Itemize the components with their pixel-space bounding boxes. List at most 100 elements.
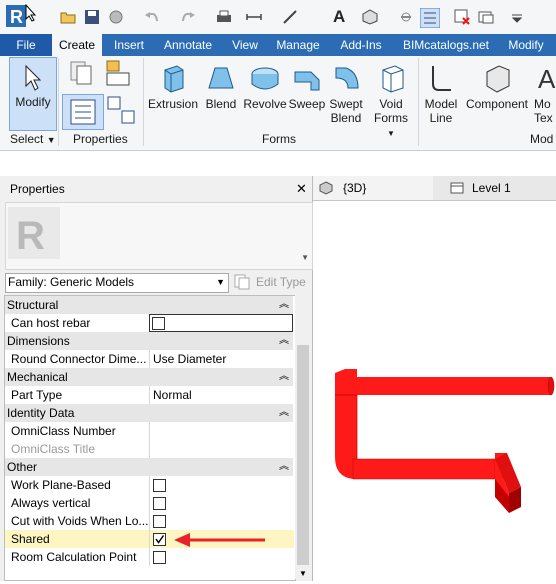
blend-button[interactable]: Blend bbox=[201, 62, 241, 111]
can-host-rebar-checkbox[interactable] bbox=[152, 317, 165, 330]
type-properties-icon[interactable] bbox=[104, 94, 138, 128]
swept-label: Swept bbox=[329, 97, 363, 111]
svg-text:A: A bbox=[333, 7, 345, 25]
revolve-button[interactable]: Revolve bbox=[241, 62, 289, 111]
category-other[interactable]: Other ︽ bbox=[5, 458, 293, 476]
param-omniclass-number: OmniClass Number bbox=[5, 422, 293, 440]
edit-type-button[interactable]: Edit Type bbox=[234, 274, 306, 292]
modify-cursor-icon bbox=[25, 64, 42, 91]
collapse-icon: ︽ bbox=[279, 407, 289, 418]
void-forms-label: Forms bbox=[374, 111, 408, 125]
svg-text:R: R bbox=[16, 214, 45, 258]
default-3d-view-icon[interactable] bbox=[362, 9, 378, 25]
plan-view-icon bbox=[450, 182, 464, 194]
round-connector-value-cell[interactable]: Use Diameter bbox=[149, 350, 294, 368]
close-hidden-windows-icon[interactable] bbox=[454, 9, 470, 25]
tab-view[interactable]: View bbox=[224, 34, 266, 56]
param-can-host-rebar: Can host rebar bbox=[5, 314, 293, 332]
collapse-icon: ︽ bbox=[279, 371, 289, 382]
extrusion-label: Extrusion bbox=[147, 97, 199, 111]
aligned-dimension-icon[interactable] bbox=[282, 9, 298, 25]
sweep-button[interactable]: Sweep bbox=[288, 62, 326, 111]
revolve-label: Revolve bbox=[243, 97, 287, 111]
print-icon[interactable] bbox=[216, 9, 232, 25]
redo-icon[interactable] bbox=[180, 9, 196, 25]
3d-viewport[interactable] bbox=[313, 201, 556, 581]
tab-add-ins[interactable]: Add-Ins bbox=[330, 34, 392, 56]
component-button[interactable]: Component bbox=[463, 62, 531, 111]
swept-blend-label: Blend bbox=[330, 111, 362, 125]
measure-icon[interactable] bbox=[246, 9, 262, 25]
cursor-icon bbox=[25, 3, 37, 22]
text-icon[interactable]: A bbox=[332, 7, 348, 26]
annotation-arrow bbox=[174, 533, 265, 547]
shared-checkbox[interactable] bbox=[153, 533, 166, 546]
ribbon-panel: Modify Select ▼ Properties Extrusion Ble… bbox=[0, 56, 556, 151]
switch-windows-icon[interactable] bbox=[478, 9, 494, 25]
modify-button[interactable]: Modify bbox=[9, 57, 57, 131]
model-line-button[interactable]: Model Line bbox=[421, 62, 461, 125]
param-cut-with-voids: Cut with Voids When Lo... bbox=[5, 512, 293, 530]
scroll-down-icon[interactable]: ▼ bbox=[301, 253, 309, 262]
svg-text:A: A bbox=[538, 64, 556, 94]
scroll-down-icon[interactable]: ▼ bbox=[299, 569, 307, 578]
part-type-value-cell[interactable]: Normal bbox=[149, 386, 294, 404]
family-selector-dropdown[interactable]: Family: Generic Models ▼ bbox=[5, 273, 229, 293]
panel-select-label[interactable]: Select ▼ bbox=[10, 132, 56, 146]
panel-model-label: Mod bbox=[530, 132, 554, 146]
model-text-label: Mo bbox=[534, 97, 551, 111]
type-selector[interactable]: R ▼ bbox=[5, 202, 313, 270]
swept-blend-icon bbox=[335, 67, 359, 89]
panel-properties-label: Properties bbox=[73, 132, 128, 146]
category-dimensions[interactable]: Dimensions ︽ bbox=[5, 332, 293, 350]
close-icon[interactable]: ✕ bbox=[296, 181, 307, 197]
void-forms-button[interactable]: Void Forms ▼ bbox=[369, 62, 413, 141]
tab-modify[interactable]: Modify bbox=[500, 34, 552, 56]
work-plane-based-checkbox[interactable] bbox=[153, 479, 166, 492]
model-label: Model bbox=[424, 97, 458, 111]
family-types-icon[interactable] bbox=[104, 59, 132, 87]
tab-create[interactable]: Create bbox=[52, 34, 102, 56]
swept-blend-button[interactable]: Swept Blend bbox=[326, 62, 366, 125]
tab-level-1-label: Level 1 bbox=[472, 181, 511, 195]
category-identity-data[interactable]: Identity Data ︽ bbox=[5, 404, 293, 422]
param-round-connector: Round Connector Dime... Use Diameter bbox=[5, 350, 293, 368]
tab-3d-view[interactable]: {3D} bbox=[313, 176, 433, 200]
tab-level-1[interactable]: Level 1 bbox=[444, 176, 556, 200]
collapse-icon: ︽ bbox=[279, 335, 289, 346]
section-icon[interactable] bbox=[398, 9, 414, 25]
undo-icon[interactable] bbox=[144, 9, 160, 25]
revolve-icon bbox=[251, 67, 279, 90]
tab-file[interactable]: File bbox=[0, 34, 52, 56]
properties-toggle-icon[interactable] bbox=[62, 94, 104, 130]
ribbon-tab-bar: File Create Insert Annotate View Manage … bbox=[0, 34, 556, 56]
always-vertical-checkbox[interactable] bbox=[153, 497, 166, 510]
tab-bimcatalogs[interactable]: BIMcatalogs.net bbox=[394, 34, 498, 56]
extrusion-icon bbox=[164, 65, 184, 93]
customize-toolbar-icon[interactable] bbox=[511, 12, 528, 28]
collapse-icon: ︽ bbox=[279, 461, 289, 472]
family-category-icon[interactable] bbox=[68, 59, 96, 87]
model-text-button[interactable]: A Mo Tex bbox=[534, 62, 556, 125]
sync-icon[interactable] bbox=[108, 9, 124, 25]
thin-lines-icon[interactable] bbox=[419, 7, 441, 29]
omniclass-number-value-cell[interactable] bbox=[149, 422, 294, 440]
can-host-rebar-checkbox-cell[interactable] bbox=[149, 314, 293, 332]
room-calc-checkbox[interactable] bbox=[153, 551, 166, 564]
category-mechanical[interactable]: Mechanical ︽ bbox=[5, 368, 293, 386]
cut-with-voids-checkbox[interactable] bbox=[153, 515, 166, 528]
tab-manage[interactable]: Manage bbox=[268, 34, 328, 56]
properties-scrollbar[interactable]: ▼ bbox=[295, 295, 311, 579]
sweep-icon bbox=[294, 71, 320, 91]
tab-annotate[interactable]: Annotate bbox=[154, 34, 222, 56]
checkmark-icon bbox=[155, 535, 165, 544]
void-forms-icon bbox=[382, 65, 404, 93]
category-structural[interactable]: Structural ︽ bbox=[5, 296, 293, 314]
tab-insert[interactable]: Insert bbox=[104, 34, 154, 56]
app-logo-icon[interactable]: R bbox=[6, 5, 26, 27]
param-always-vertical: Always vertical bbox=[5, 494, 293, 512]
extrusion-button[interactable]: Extrusion bbox=[147, 62, 199, 111]
save-icon[interactable] bbox=[84, 9, 100, 25]
chevron-down-icon: ▼ bbox=[46, 135, 56, 145]
open-icon[interactable] bbox=[60, 9, 76, 25]
